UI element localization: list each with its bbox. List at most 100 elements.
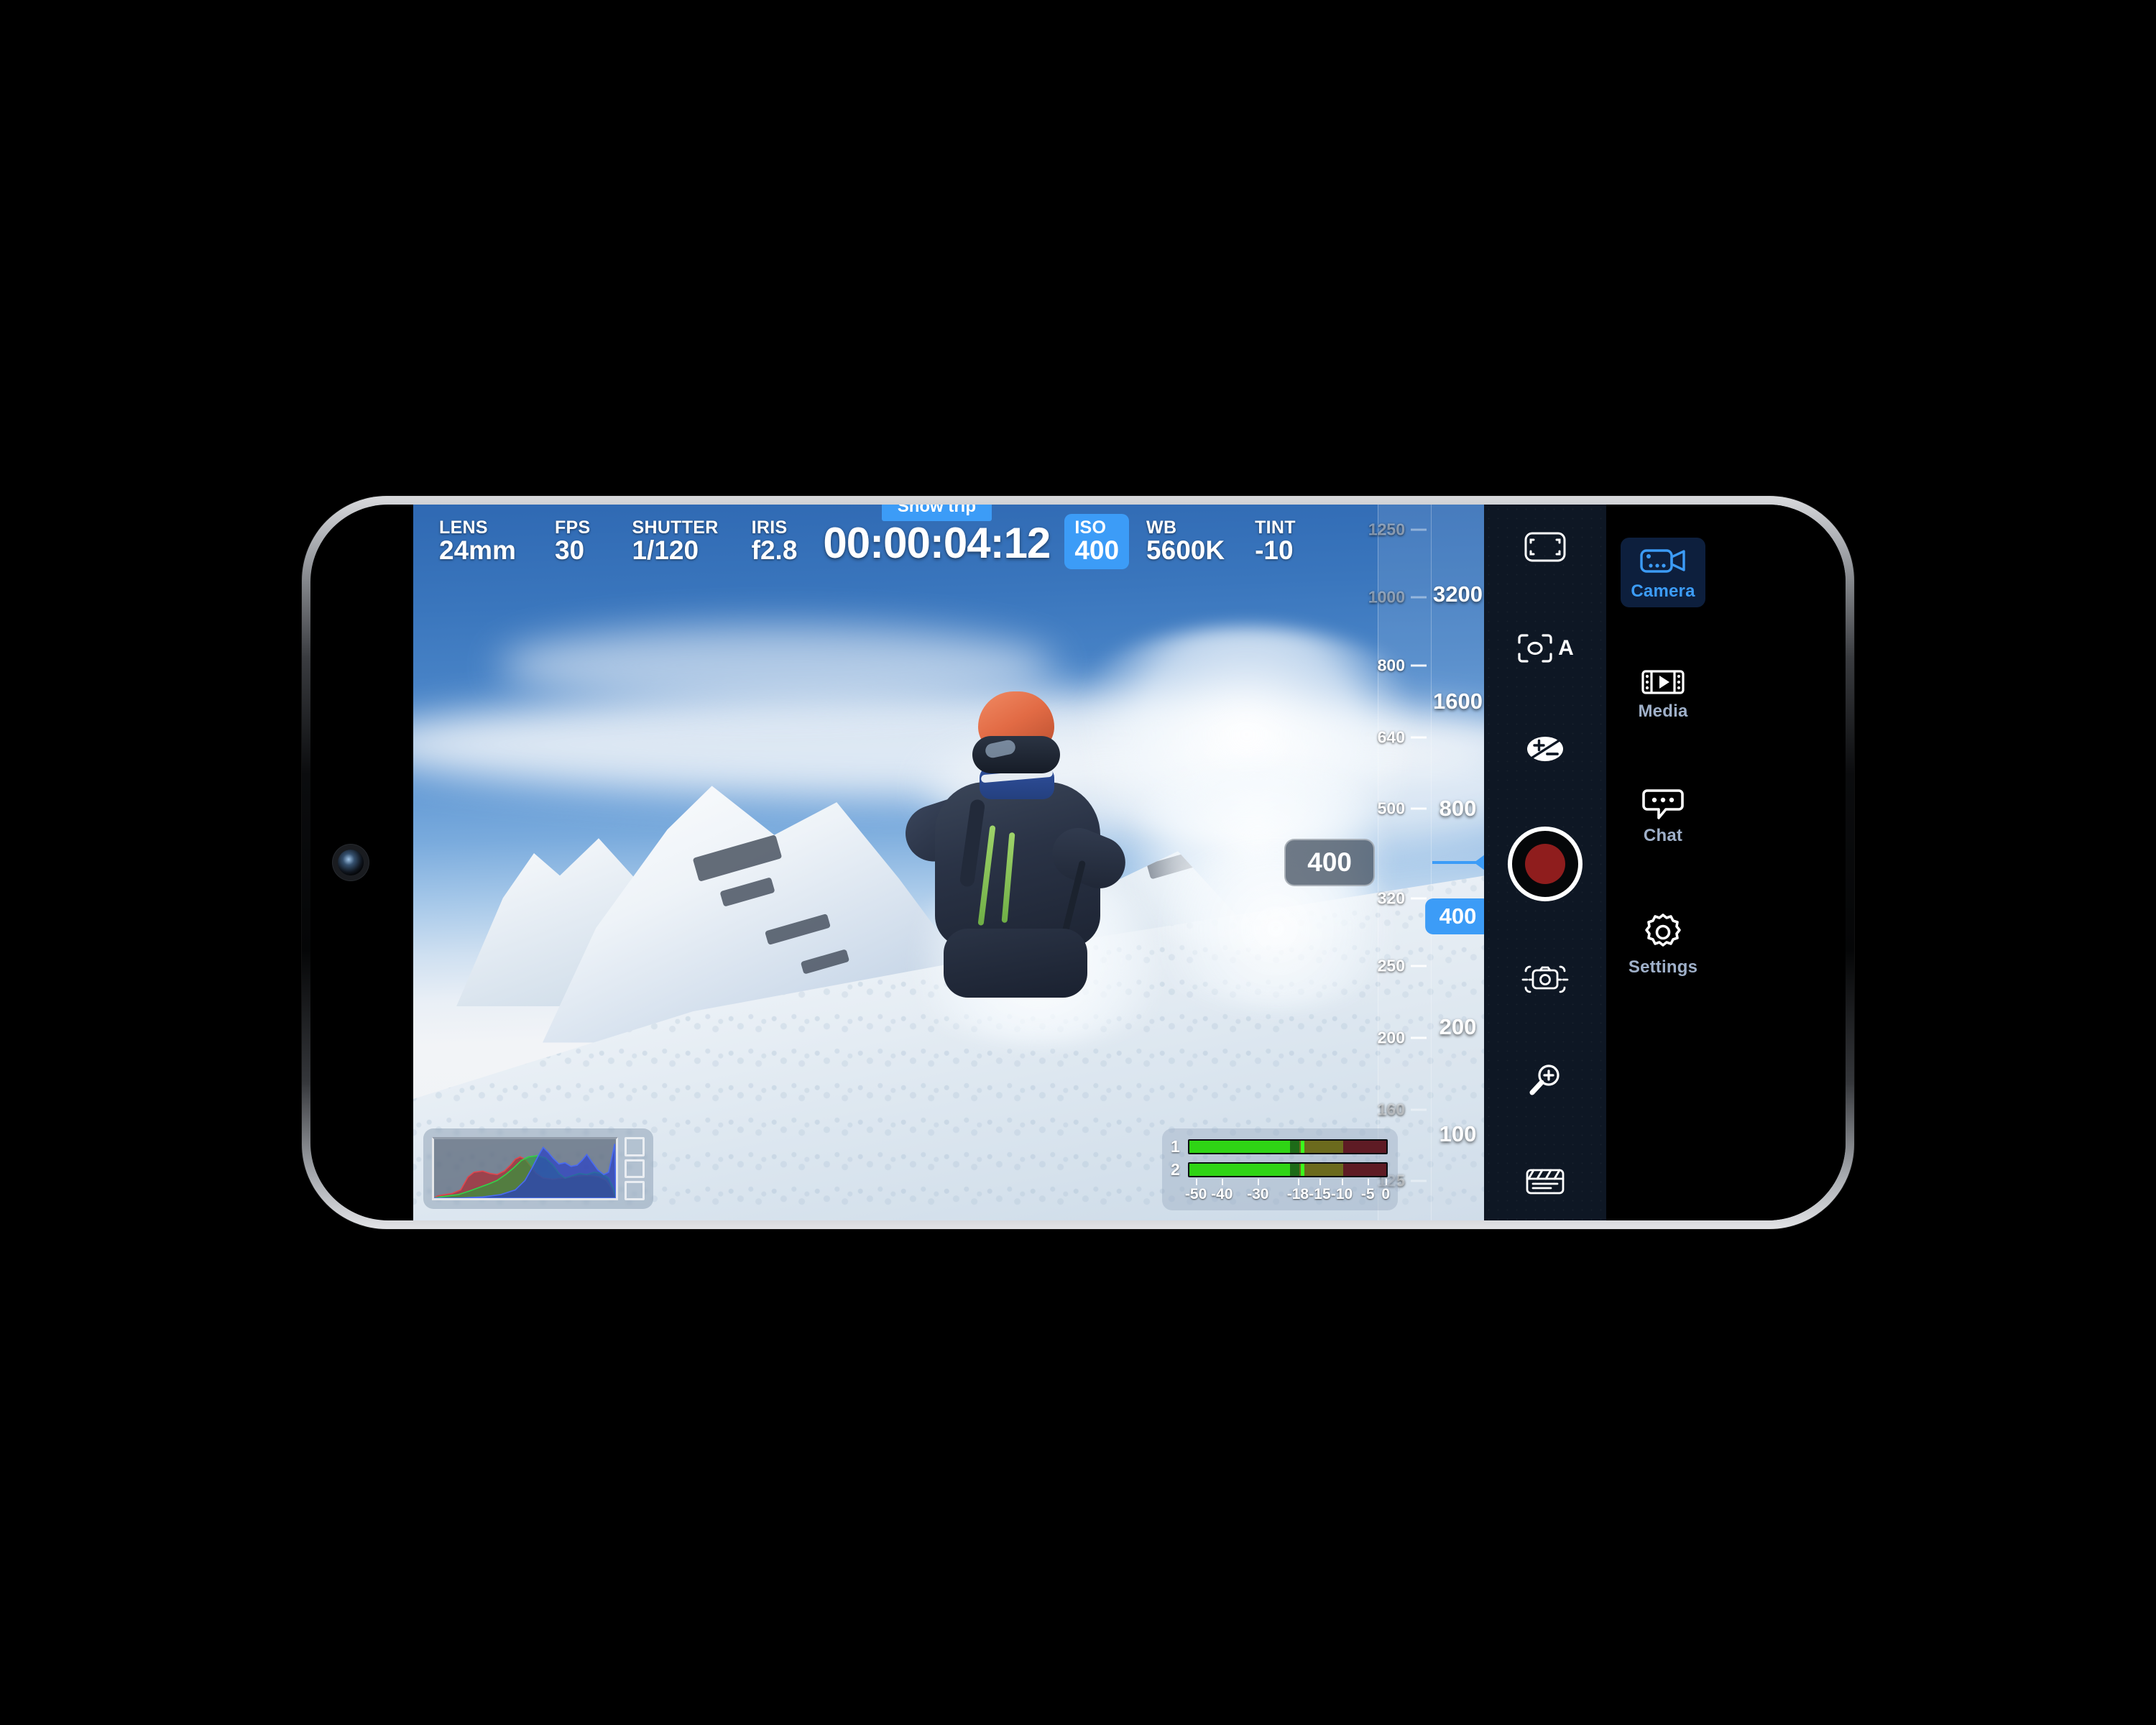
audio-yellow-zone <box>1299 1141 1343 1153</box>
audio-level-meter[interactable]: 1 2 -50 -40 -30 -18 -15 -10 -5 0 <box>1162 1128 1398 1210</box>
iso-value-bubble: 400 <box>1284 839 1375 886</box>
audio-bar <box>1188 1162 1388 1177</box>
audio-level-fill <box>1189 1141 1290 1153</box>
iso-fine-tick[interactable]: 800 <box>1378 656 1427 676</box>
audio-level-fill <box>1189 1164 1290 1176</box>
iso-fine-label: 320 <box>1377 888 1405 908</box>
iso-fine-tick[interactable]: 1000 <box>1368 588 1427 607</box>
iso-fine-label: 800 <box>1377 656 1405 675</box>
audio-peak-indicator <box>1300 1164 1304 1176</box>
audio-scale-label: -15 <box>1309 1186 1331 1202</box>
nav-label-settings: Settings <box>1628 957 1698 977</box>
rider-goggles <box>972 736 1060 773</box>
tick-dash <box>1411 736 1427 739</box>
audio-scale-label: -30 <box>1247 1186 1269 1202</box>
nav-label-camera: Camera <box>1631 581 1695 601</box>
tick-dash <box>1411 664 1427 667</box>
audio-channel-row: 2 <box>1171 1160 1388 1179</box>
histogram-plot <box>432 1137 618 1200</box>
level-bar <box>625 1137 645 1156</box>
histogram-curves <box>434 1144 616 1198</box>
record-indicator <box>1525 843 1565 884</box>
iso-stop-200[interactable]: 200 <box>1439 1014 1477 1040</box>
iso-fine-label: 160 <box>1377 1100 1405 1119</box>
exposure-comp-icon[interactable] <box>1514 725 1576 773</box>
record-button[interactable] <box>1508 826 1583 901</box>
nav-item-settings[interactable]: Settings <box>1621 905 1705 983</box>
audio-bar <box>1188 1139 1388 1154</box>
framing-guides-icon[interactable] <box>1514 523 1576 571</box>
iso-fine-tick[interactable]: 320 <box>1378 888 1427 908</box>
audio-scale-label: -10 <box>1330 1186 1353 1202</box>
audio-scale-label: -50 <box>1184 1186 1207 1202</box>
iso-fine-label: 250 <box>1377 956 1405 975</box>
nav-label-chat: Chat <box>1643 826 1683 845</box>
iso-fine-label: 640 <box>1377 727 1405 747</box>
focus-peaking-icon[interactable] <box>1514 955 1576 1003</box>
iso-fine-tick[interactable]: 250 <box>1378 957 1427 976</box>
tick-dash <box>1411 807 1427 810</box>
iso-fine-tick[interactable]: 500 <box>1378 799 1427 819</box>
tick-dash <box>1411 1179 1427 1182</box>
audio-scale-label: 0 <box>1381 1186 1391 1202</box>
iso-fine-label: 200 <box>1377 1028 1405 1047</box>
rider-legs <box>944 929 1087 998</box>
iso-value-indicator <box>1432 861 1484 864</box>
tick-dash <box>1411 1036 1427 1039</box>
iso-stop-800[interactable]: 800 <box>1439 796 1477 822</box>
audio-scale-label: -18 <box>1286 1186 1309 1202</box>
audio-channel-row: 1 <box>1171 1137 1388 1156</box>
rock-outcrop <box>800 949 849 975</box>
rock-outcrop <box>719 877 775 907</box>
rgb-histogram[interactable] <box>423 1128 653 1209</box>
snowboarder-subject <box>898 691 1133 998</box>
nav-item-chat[interactable]: Chat <box>1621 781 1705 852</box>
tick-dash <box>1411 897 1427 900</box>
tick-dash <box>1411 965 1427 967</box>
iso-stop-1600[interactable]: 1600 <box>1433 689 1483 714</box>
tick-dash <box>1411 528 1427 531</box>
autofocus-icon[interactable]: A <box>1514 625 1576 672</box>
audio-yellow-zone <box>1299 1164 1343 1176</box>
screenshot-canvas: LENS 24mm FPS 30 SHUTTER 1/120 IRIS f2.8… <box>0 0 2156 1725</box>
audio-red-zone <box>1342 1141 1386 1153</box>
audio-peak-indicator <box>1300 1141 1304 1153</box>
zoom-in-icon[interactable] <box>1514 1056 1576 1103</box>
phone-screen: LENS 24mm FPS 30 SHUTTER 1/120 IRIS f2.8… <box>413 505 1846 1220</box>
rock-outcrop <box>764 914 831 946</box>
nav-item-camera[interactable]: Camera <box>1621 538 1705 607</box>
iso-fine-tick[interactable]: 640 <box>1378 727 1427 747</box>
iso-fine-tick[interactable]: 200 <box>1378 1029 1427 1048</box>
iso-fine-tick[interactable]: 160 <box>1378 1100 1427 1119</box>
tick-dash <box>1411 1108 1427 1111</box>
app-navigation-rail: Camera Media Chat Settings <box>1606 505 1720 1220</box>
iso-stop-100[interactable]: 100 <box>1439 1121 1477 1147</box>
iso-fine-label: 1250 <box>1368 520 1405 539</box>
nav-item-media[interactable]: Media <box>1621 661 1705 727</box>
front-camera-lens <box>338 850 364 875</box>
iso-stop-3200[interactable]: 3200 <box>1433 581 1483 607</box>
phone-bezel: LENS 24mm FPS 30 SHUTTER 1/120 IRIS f2.8… <box>310 505 1846 1220</box>
iso-slider[interactable]: 1250 1000 800 640 500 320 250 200 160 12… <box>1368 505 1484 1220</box>
rock-outcrop <box>692 834 783 882</box>
iso-stop-400-selected[interactable]: 400 <box>1424 898 1484 934</box>
audio-scale-label: -40 <box>1211 1186 1233 1202</box>
audio-channel-label: 1 <box>1171 1137 1180 1156</box>
audio-red-zone <box>1342 1164 1386 1176</box>
audio-scale-label: -5 <box>1360 1186 1375 1202</box>
clapperboard-icon[interactable] <box>1514 1157 1576 1205</box>
level-bar <box>625 1159 645 1179</box>
nav-label-media: Media <box>1638 702 1688 721</box>
audio-scale: -50 -40 -30 -18 -15 -10 -5 0 <box>1184 1179 1391 1208</box>
iso-fine-tick[interactable]: 1250 <box>1368 520 1427 539</box>
audio-channel-label: 2 <box>1171 1160 1180 1179</box>
histogram-level-bars <box>625 1137 645 1201</box>
iso-fine-scale[interactable]: 1250 1000 800 640 500 320 250 200 160 12… <box>1368 505 1431 1220</box>
autofocus-auto-label: A <box>1558 635 1574 660</box>
camera-viewfinder[interactable]: LENS 24mm FPS 30 SHUTTER 1/120 IRIS f2.8… <box>413 505 1484 1220</box>
phone-device-frame: LENS 24mm FPS 30 SHUTTER 1/120 IRIS f2.8… <box>302 496 1854 1229</box>
tick-dash <box>1411 596 1427 599</box>
iso-fine-label: 500 <box>1377 799 1405 818</box>
camera-tool-strip: A <box>1484 505 1606 1220</box>
level-bar <box>625 1181 645 1201</box>
